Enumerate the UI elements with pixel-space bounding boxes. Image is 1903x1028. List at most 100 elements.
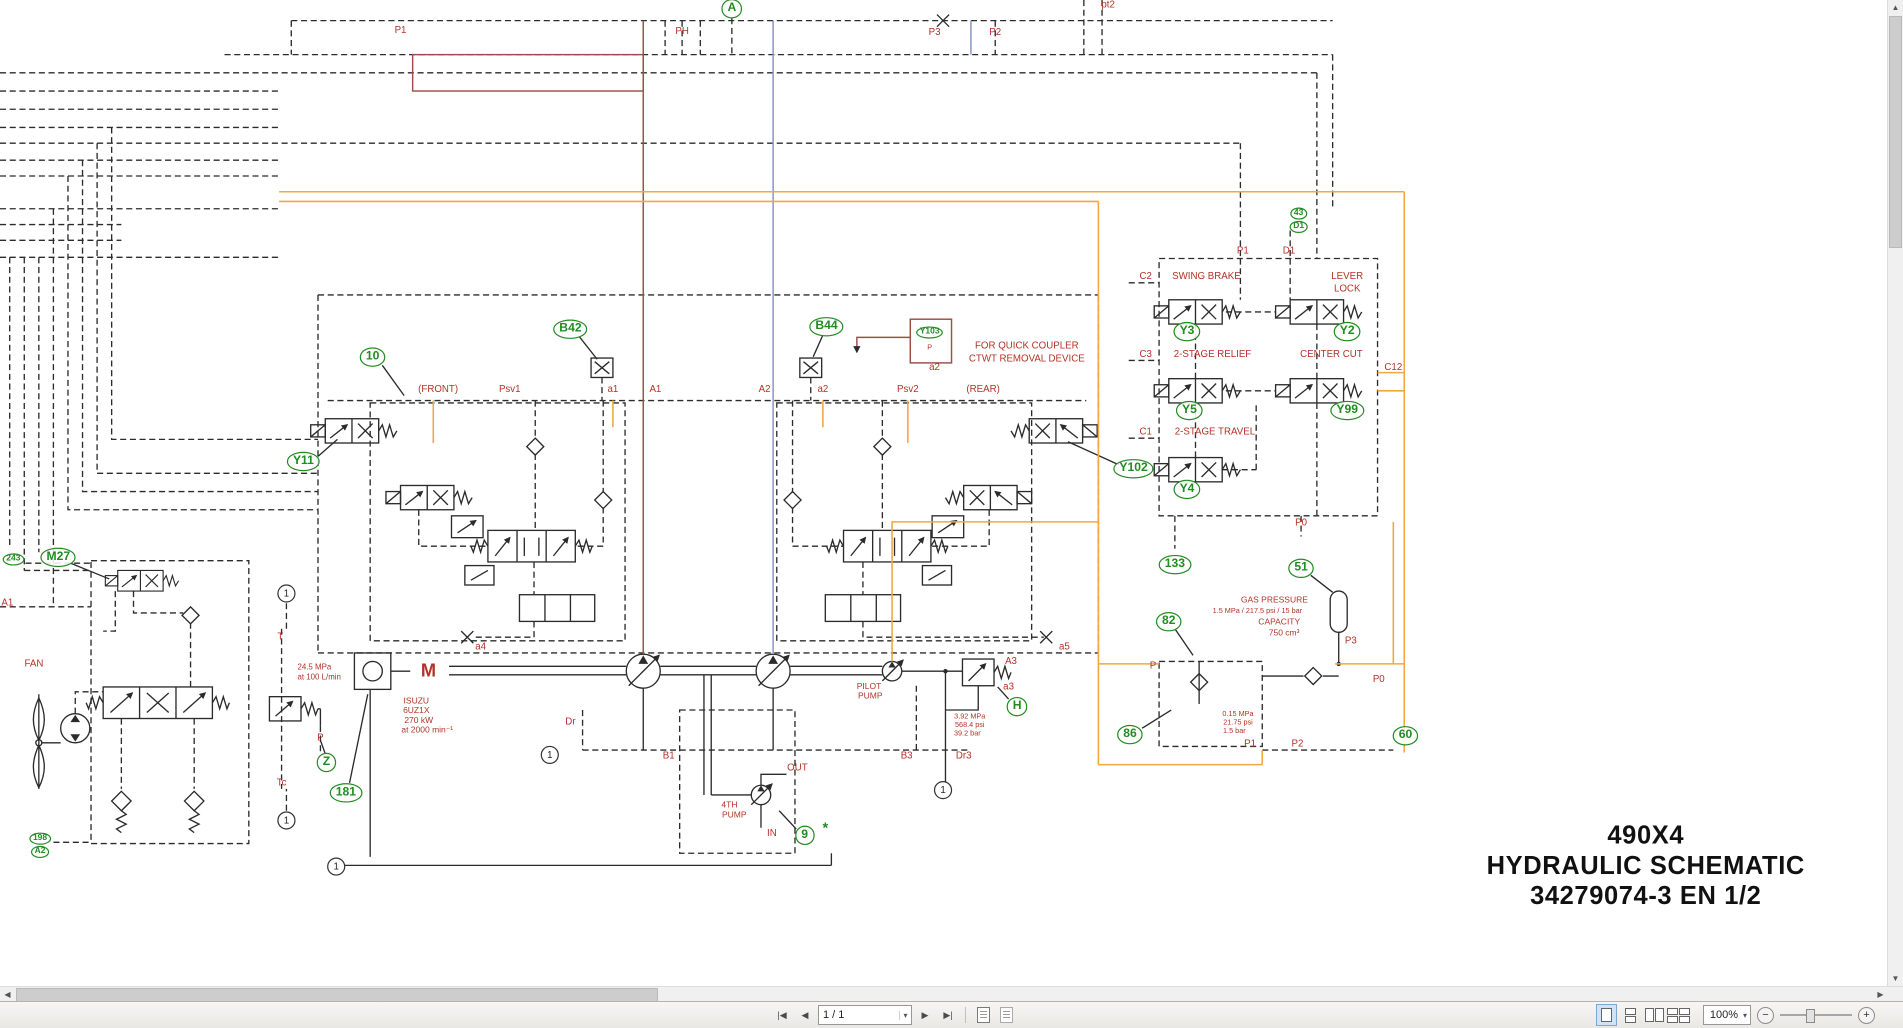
schematic-label-p3: P3 (929, 28, 941, 38)
schematic-label-isuzu: ISUZU (404, 697, 429, 705)
port-marker-1: 1 (934, 781, 952, 799)
component-badge-b44: B44 (809, 317, 843, 336)
schematic-label-4th: 4TH (721, 802, 737, 810)
schematic-label-p2: P2 (1292, 739, 1304, 749)
last-page-button[interactable]: ▶| (938, 1005, 958, 1026)
scrollbar-corner (1888, 987, 1903, 1002)
schematic-label-d1: D1 (1283, 246, 1295, 256)
zoom-level-value: 100% (1710, 1009, 1738, 1021)
scroll-left-button[interactable]: ◀ (0, 987, 15, 1002)
component-badge-86: 86 (1117, 725, 1143, 744)
page-number-input[interactable] (819, 1009, 899, 1021)
zoom-in-button[interactable]: + (1858, 1007, 1875, 1024)
component-badge-y11: Y11 (287, 452, 320, 471)
schematic-title: HYDRAULIC SCHEMATIC (1487, 851, 1805, 881)
schematic-label-c12: C12 (1384, 363, 1402, 373)
schematic-label-capacity: CAPACITY (1258, 618, 1300, 626)
schematic-label-pt2: pt2 (1101, 0, 1115, 10)
previous-view-icon (977, 1007, 990, 1023)
port-marker-1: 1 (541, 746, 559, 764)
horizontal-scroll-thumb[interactable] (16, 988, 658, 1002)
schematic-label-a2: a2 (929, 363, 940, 373)
toolbar-separator (965, 1007, 966, 1023)
schematic-label-tc: Tc (277, 778, 287, 788)
scroll-right-button[interactable]: ▶ (1873, 987, 1888, 1002)
zoom-dropdown-caret-icon[interactable]: ▾ (1743, 1011, 1747, 1020)
schematic-label-p: P (1150, 661, 1156, 671)
horizontal-scrollbar[interactable]: ◀ ▶ (0, 986, 1903, 1002)
scroll-down-button[interactable]: ▼ (1888, 971, 1903, 986)
page-number-field[interactable]: ▾ (818, 1005, 912, 1025)
schematic-label-21-75-psi: 21.75 psi (1223, 720, 1253, 727)
component-badge-10: 10 (360, 347, 386, 366)
schematic-label-p: P (317, 733, 323, 743)
first-page-icon: |◀ (777, 1010, 786, 1021)
component-badge-h: H (1007, 697, 1028, 716)
next-view-button[interactable] (996, 1005, 1016, 1026)
component-badge-m27: M27 (40, 548, 76, 567)
single-page-view-button[interactable] (1596, 1004, 1617, 1026)
last-page-icon: ▶| (943, 1010, 952, 1021)
schematic-note-label: * (822, 820, 828, 835)
schematic-label-p: P (927, 345, 932, 352)
two-page-icon-left (1645, 1008, 1654, 1022)
schematic-label-psv2: Psv2 (897, 385, 919, 395)
component-badge-y103: Y103 (916, 326, 943, 338)
schematic-label-gas-pressure: GAS PRESSURE (1241, 597, 1308, 605)
previous-page-button[interactable]: ◀ (795, 1005, 815, 1026)
schematic-label-a3: A3 (1005, 657, 1017, 667)
schematic-label-at-100-l-min: at 100 L/min (297, 675, 340, 683)
continuous-view-button[interactable] (1620, 1004, 1641, 1026)
zoom-slider-thumb[interactable] (1806, 1009, 1815, 1023)
schematic-label-6uz1x: 6UZ1X (403, 707, 429, 715)
schematic-label-p3: P3 (1345, 636, 1357, 646)
continuous-view-icon (1625, 1008, 1636, 1023)
two-page-continuous-icon-left (1667, 1008, 1678, 1023)
two-page-continuous-view-button[interactable] (1668, 1004, 1689, 1026)
schematic-label-a4: a4 (475, 642, 486, 652)
next-page-icon: ▶ (922, 1010, 929, 1021)
zoom-out-button[interactable]: − (1757, 1007, 1774, 1024)
schematic-label-750-cm: 750 cm³ (1269, 629, 1300, 637)
schematic-label-p0: P0 (1295, 518, 1307, 528)
component-badge-b42: B42 (553, 320, 587, 339)
previous-page-icon: ◀ (802, 1010, 809, 1021)
component-badge-51: 51 (1288, 559, 1314, 578)
two-page-continuous-icon-right (1679, 1008, 1690, 1023)
component-badge-y4: Y4 (1174, 480, 1201, 499)
schematic-label-dr3: Dr3 (956, 751, 972, 761)
page-view-mode-group (1596, 1004, 1689, 1026)
schematic-label-dr: Dr (565, 717, 575, 727)
schematic-label-24-5-mpa: 24.5 MPa (297, 665, 331, 673)
pdf-viewer-window: P1PHP3P2pt2(FRONT)Psv1a1A1A2a2Psv2(REAR)… (0, 0, 1903, 1028)
component-badge-y99: Y99 (1330, 401, 1364, 420)
next-page-button[interactable]: ▶ (915, 1005, 935, 1026)
zoom-slider[interactable] (1780, 1005, 1852, 1025)
component-badge-a2: A2 (31, 846, 49, 858)
schematic-label-a5: a5 (1059, 642, 1070, 652)
schematic-label-p1: P1 (1237, 246, 1249, 256)
first-page-button[interactable]: |◀ (772, 1005, 792, 1026)
previous-view-button[interactable] (973, 1005, 993, 1026)
schematic-label-lever: LEVER (1331, 272, 1363, 282)
schematic-label-lock: LOCK (1334, 284, 1360, 294)
schematic-label-p1: P1 (395, 25, 407, 35)
schematic-label-ctwt-removal-device: CTWT REMOVAL DEVICE (969, 354, 1085, 364)
zoom-slider-track[interactable] (1780, 1014, 1852, 1016)
two-page-view-button[interactable] (1644, 1004, 1665, 1026)
schematic-label-3-92-mpa: 3.92 MPa (954, 714, 985, 721)
schematic-label-p1: P1 (1244, 739, 1256, 749)
page-dropdown-caret-icon[interactable]: ▾ (899, 1011, 911, 1020)
zoom-level-field[interactable]: 100% ▾ (1703, 1005, 1751, 1025)
document-number: 34279074-3 EN 1/2 (1487, 881, 1805, 911)
component-badge-60: 60 (1393, 726, 1419, 745)
port-marker-1: 1 (277, 584, 295, 602)
component-badge-43: 43 (1290, 208, 1307, 220)
vertical-scroll-thumb[interactable] (1889, 16, 1902, 248)
schematic-label-p0: P0 (1373, 675, 1385, 685)
schematic-label-a1: A1 (1, 598, 13, 608)
component-badge-z: Z (317, 753, 337, 772)
document-viewport: P1PHP3P2pt2(FRONT)Psv1a1A1A2a2Psv2(REAR)… (0, 0, 1903, 986)
vertical-scrollbar[interactable]: ▲ ▼ (1887, 0, 1903, 986)
scroll-up-button[interactable]: ▲ (1888, 0, 1903, 15)
